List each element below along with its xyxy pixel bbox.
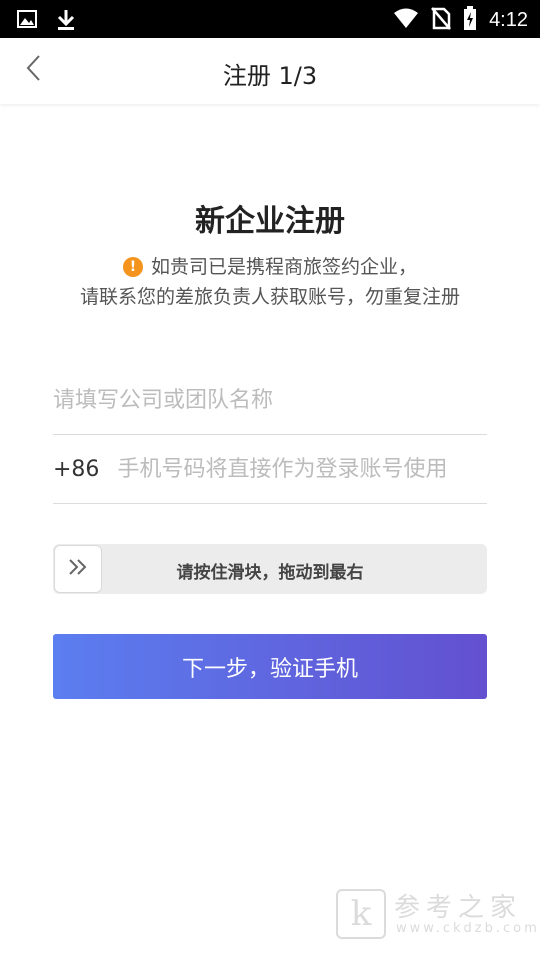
warning-icon: !	[122, 257, 143, 277]
slide-verify-track: 请按住滑块，拖动到最右	[53, 544, 487, 594]
no-sim-icon	[431, 6, 452, 34]
company-name-input[interactable]	[53, 388, 487, 413]
status-bar: 4:12	[0, 0, 540, 38]
watermark-logo: k	[336, 889, 386, 939]
watermark-title: 参考之家	[394, 893, 523, 923]
double-chevron-right-icon	[67, 557, 89, 581]
image-icon	[16, 8, 38, 36]
notice-line-2: 请联系您的差旅负责人获取账号，勿重复注册	[79, 286, 460, 308]
download-icon	[56, 8, 76, 36]
page-title: 注册 1/3	[222, 62, 318, 90]
notice-text: ! 如贵司已是携程商旅签约企业， 请联系您的差旅负责人获取账号，勿重复注册	[0, 252, 540, 312]
title-bar: 注册 1/3	[0, 38, 540, 104]
slide-verify-handle[interactable]	[54, 545, 102, 593]
next-step-button[interactable]: 下一步，验证手机	[53, 634, 487, 699]
wifi-icon	[393, 7, 419, 33]
slide-verify-text: 请按住滑块，拖动到最右	[176, 563, 364, 583]
status-bar-left	[16, 8, 76, 36]
battery-charging-icon	[463, 6, 477, 34]
section-heading: 新企业注册	[195, 204, 345, 239]
status-time: 4:12	[489, 8, 528, 31]
company-name-field	[53, 367, 487, 435]
watermark-url: www.ckdzb.com	[396, 921, 540, 936]
notice-line-1-text: 如贵司已是携程商旅签约企业，	[150, 256, 417, 278]
status-bar-right: 4:12	[393, 6, 528, 34]
watermark: k 参考之家 www.ckdzb.com	[336, 887, 537, 941]
phone-field: +86	[53, 436, 487, 504]
notice-line-1: ! 如贵司已是携程商旅签约企业，	[0, 252, 540, 282]
country-code-prefix: +86	[53, 457, 100, 482]
phone-input[interactable]	[117, 457, 487, 482]
